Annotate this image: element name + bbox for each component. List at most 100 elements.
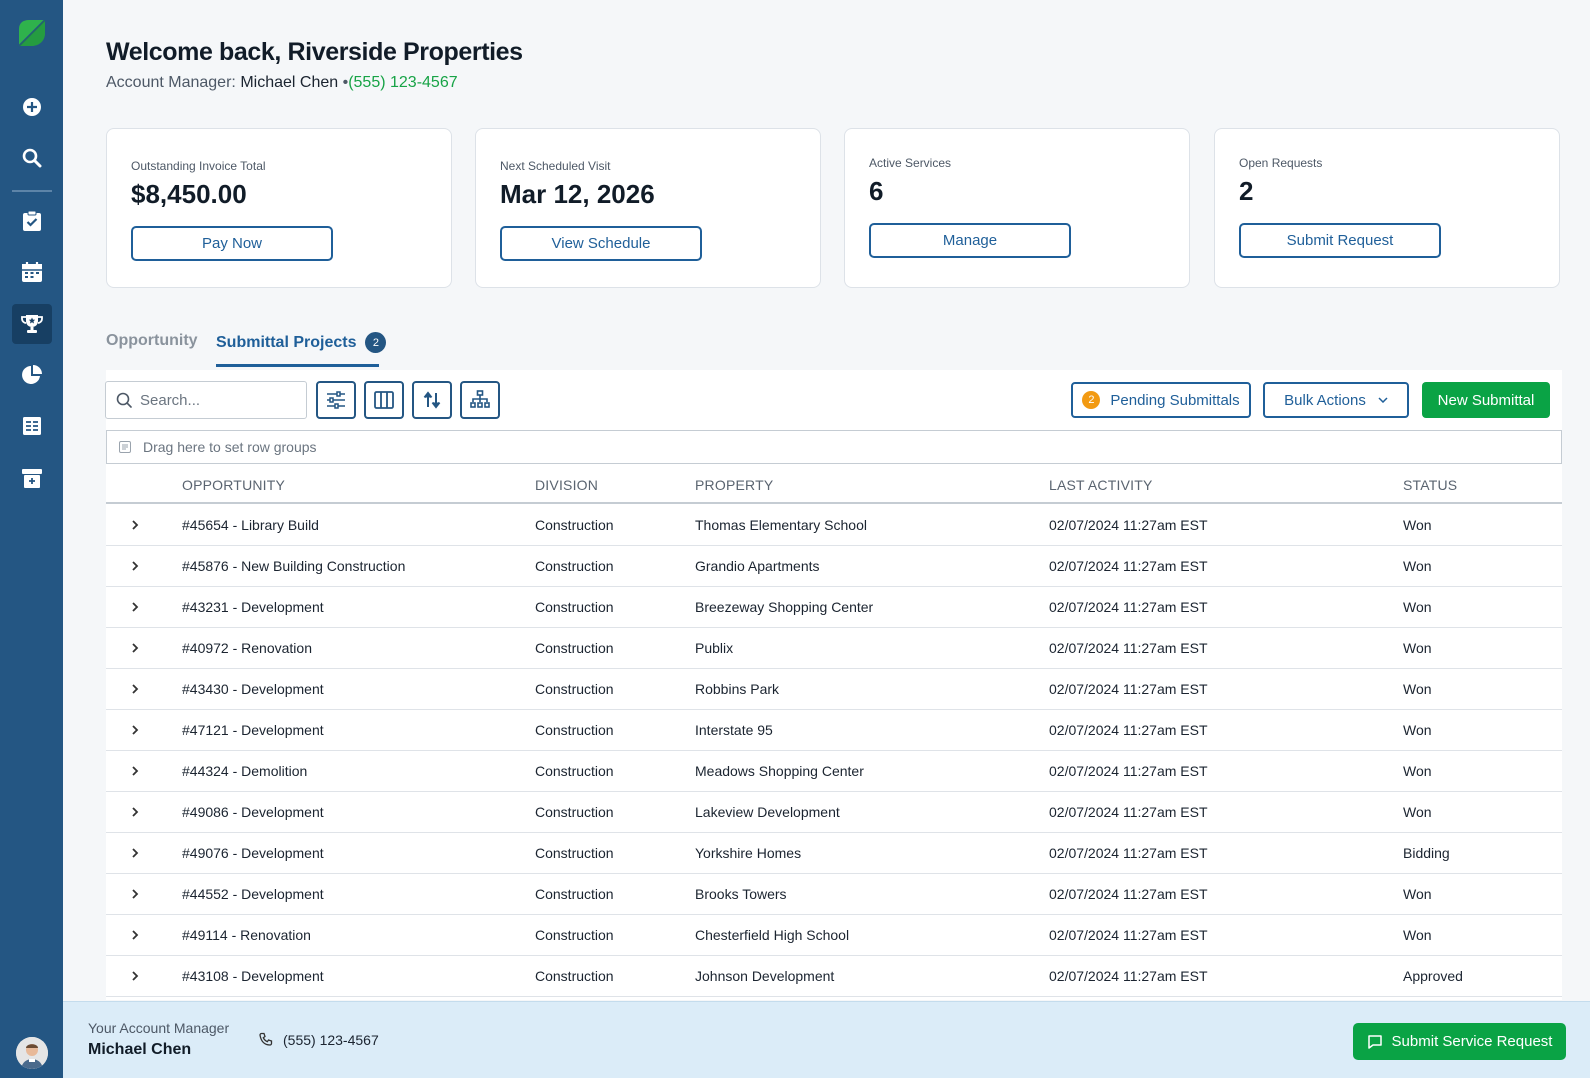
- manager-phone-link[interactable]: (555) 123-4567: [348, 74, 457, 91]
- cell-last-activity: 02/07/2024 11:27am EST: [1049, 763, 1208, 779]
- view-schedule-button[interactable]: View Schedule: [500, 226, 702, 261]
- bulk-label: Bulk Actions: [1284, 391, 1366, 409]
- column-header-division[interactable]: DIVISION: [535, 477, 598, 493]
- cell-division: Construction: [535, 968, 614, 984]
- table-row[interactable]: #49086 - Development Construction Lakevi…: [106, 792, 1562, 833]
- columns-button[interactable]: [364, 381, 404, 419]
- submit-service-request-button[interactable]: Submit Service Request: [1353, 1023, 1566, 1060]
- chevron-right-icon[interactable]: [128, 723, 142, 737]
- trophy-icon[interactable]: [12, 304, 52, 344]
- cell-status: Won: [1403, 886, 1432, 902]
- cell-division: Construction: [535, 927, 614, 943]
- new-submittal-button[interactable]: New Submittal: [1422, 382, 1550, 418]
- cell-property: Interstate 95: [695, 722, 773, 738]
- chevron-right-icon[interactable]: [128, 641, 142, 655]
- card-value: 2: [1239, 176, 1254, 206]
- chevron-right-icon[interactable]: [128, 928, 142, 942]
- chevron-right-icon[interactable]: [128, 764, 142, 778]
- column-header-last-activity[interactable]: LAST ACTIVITY: [1049, 477, 1153, 493]
- add-icon[interactable]: [12, 87, 52, 127]
- row-group-dropzone[interactable]: Drag here to set row groups: [106, 430, 1562, 464]
- cell-property: Chesterfield High School: [695, 927, 850, 943]
- card-value: 6: [869, 176, 884, 206]
- chevron-right-icon[interactable]: [128, 887, 142, 901]
- column-header-property[interactable]: PROPERTY: [695, 477, 773, 493]
- pending-submittals-button[interactable]: 2 Pending Submittals: [1071, 382, 1251, 418]
- table-row[interactable]: #44552 - Development Construction Brooks…: [106, 874, 1562, 915]
- tasks-icon[interactable]: [12, 201, 52, 241]
- cell-division: Construction: [535, 804, 614, 820]
- invoices-icon[interactable]: [12, 406, 52, 446]
- hierarchy-button[interactable]: [460, 381, 500, 419]
- chevron-right-icon[interactable]: [128, 600, 142, 614]
- card-value: Mar 12, 2026: [500, 179, 655, 209]
- manager-name: Michael Chen: [240, 74, 339, 91]
- chevron-right-icon[interactable]: [128, 559, 142, 573]
- sort-button[interactable]: [412, 381, 452, 419]
- bulk-actions-dropdown[interactable]: Bulk Actions: [1263, 382, 1409, 418]
- avatar[interactable]: [16, 1037, 48, 1069]
- cell-last-activity: 02/07/2024 11:27am EST: [1049, 558, 1208, 574]
- cell-division: Construction: [535, 681, 614, 697]
- calendar-icon[interactable]: [12, 252, 52, 292]
- table-row[interactable]: #44324 - Demolition Construction Meadows…: [106, 751, 1562, 792]
- tab-label: Submittal Projects: [216, 333, 357, 351]
- cell-property: Johnson Development: [695, 968, 835, 984]
- chevron-right-icon[interactable]: [128, 682, 142, 696]
- table-row[interactable]: #49114 - Renovation Construction Chester…: [106, 915, 1562, 956]
- footer-phone[interactable]: (555) 123-4567: [258, 1032, 379, 1048]
- cell-status: Won: [1403, 681, 1432, 697]
- manage-button[interactable]: Manage: [869, 223, 1071, 258]
- table-row[interactable]: #49076 - Development Construction Yorksh…: [106, 833, 1562, 874]
- column-header-status[interactable]: STATUS: [1403, 477, 1457, 493]
- sidebar: [0, 0, 63, 1078]
- phone-icon: [259, 1032, 273, 1046]
- cell-opportunity: #43231 - Development: [182, 599, 324, 615]
- logo-icon[interactable]: [16, 17, 48, 49]
- cell-property: Publix: [695, 640, 734, 656]
- cell-opportunity: #49076 - Development: [182, 845, 324, 861]
- count-badge: 2: [365, 332, 387, 353]
- column-header-opportunity[interactable]: OPPORTUNITY: [182, 477, 285, 493]
- tab-opportunity[interactable]: Opportunity: [106, 332, 198, 350]
- cell-opportunity: #43430 - Development: [182, 681, 324, 697]
- reports-icon[interactable]: [12, 355, 52, 395]
- chevron-right-icon[interactable]: [128, 805, 142, 819]
- chevron-right-icon[interactable]: [128, 969, 142, 983]
- cell-division: Construction: [535, 599, 614, 615]
- chevron-right-icon[interactable]: [128, 518, 142, 532]
- card-open-requests: Open Requests 2 Submit Request: [1214, 128, 1560, 288]
- table-row[interactable]: #43108 - Development Construction Johnso…: [106, 956, 1562, 997]
- submit-request-button[interactable]: Submit Request: [1239, 223, 1441, 258]
- cell-opportunity: #45654 - Library Build: [182, 517, 319, 533]
- table-row[interactable]: #45876 - New Building Construction Const…: [106, 546, 1562, 587]
- table-row[interactable]: #45654 - Library Build Construction Thom…: [106, 505, 1562, 546]
- table-row[interactable]: #43430 - Development Construction Robbin…: [106, 669, 1562, 710]
- search-icon[interactable]: [12, 138, 52, 178]
- cell-division: Construction: [535, 763, 614, 779]
- table-row[interactable]: #47121 - Development Construction Inters…: [106, 710, 1562, 751]
- pay-now-button[interactable]: Pay Now: [131, 226, 333, 261]
- tab-submittal-projects[interactable]: Submittal Projects 2: [216, 332, 387, 353]
- cell-status: Won: [1403, 640, 1432, 656]
- archive-icon[interactable]: [12, 458, 52, 498]
- cell-property: Grandio Apartments: [695, 558, 820, 574]
- cell-last-activity: 02/07/2024 11:27am EST: [1049, 640, 1208, 656]
- cell-opportunity: #44552 - Development: [182, 886, 324, 902]
- pending-count-badge: 2: [1082, 391, 1101, 409]
- manager-label: Account Manager:: [106, 74, 236, 91]
- table-row[interactable]: #40972 - Renovation Construction Publix …: [106, 628, 1562, 669]
- cell-last-activity: 02/07/2024 11:27am EST: [1049, 722, 1208, 738]
- cell-opportunity: #44324 - Demolition: [182, 763, 308, 779]
- cell-division: Construction: [535, 517, 614, 533]
- search-field[interactable]: [105, 381, 307, 419]
- columns-icon: [374, 391, 394, 409]
- filter-button[interactable]: [316, 381, 356, 419]
- footer-label: Your Account Manager: [88, 1020, 230, 1036]
- cell-last-activity: 02/07/2024 11:27am EST: [1049, 517, 1208, 533]
- search-icon: [116, 392, 132, 408]
- search-input[interactable]: [140, 391, 290, 409]
- chevron-right-icon[interactable]: [128, 846, 142, 860]
- cell-property: Brooks Towers: [695, 886, 787, 902]
- table-row[interactable]: #43231 - Development Construction Breeze…: [106, 587, 1562, 628]
